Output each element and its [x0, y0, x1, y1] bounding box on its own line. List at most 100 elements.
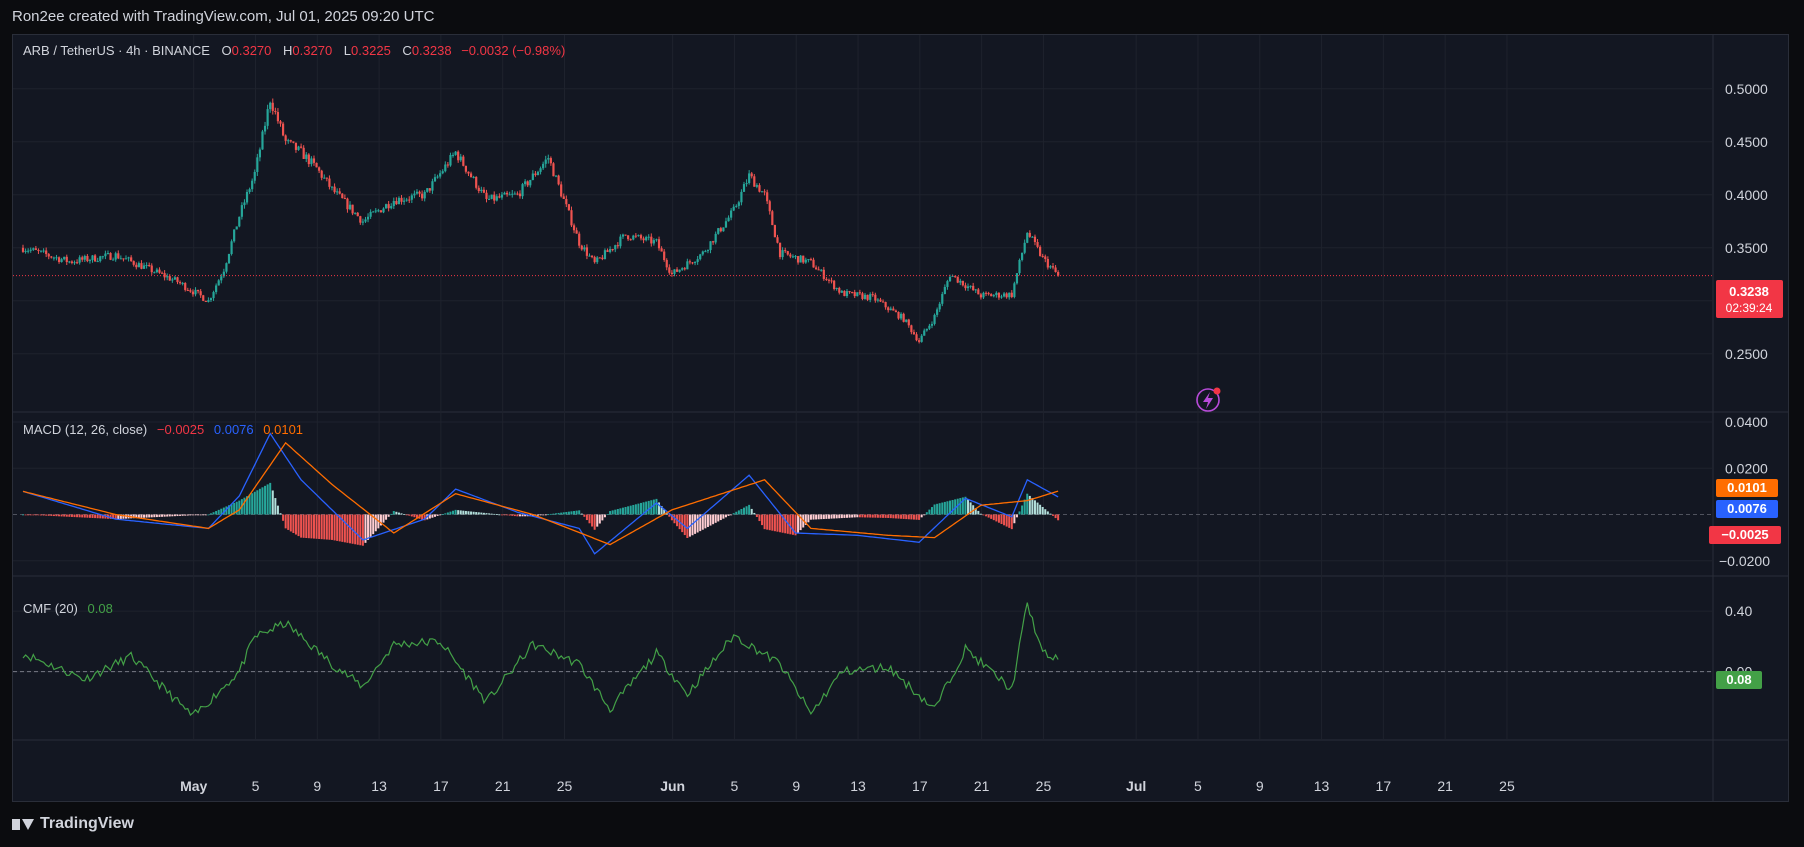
- macd-histogram-bar: [567, 511, 570, 515]
- macd-histogram-bar: [858, 514, 861, 518]
- lightning-alert-icon[interactable]: [1196, 387, 1221, 412]
- macd-histogram-bar: [382, 514, 385, 523]
- candle-body: [166, 276, 169, 278]
- macd-histogram-bar: [797, 514, 800, 533]
- candle-body: [253, 171, 256, 181]
- macd-histogram-bar: [1000, 514, 1003, 525]
- candle-body: [418, 191, 421, 194]
- macd-histogram-bar: [315, 514, 318, 539]
- candle-body: [542, 163, 545, 169]
- candle-body: [745, 183, 748, 185]
- macd-histogram-bar: [547, 514, 550, 516]
- candle-body: [621, 234, 625, 237]
- svg-text:0.0076: 0.0076: [1727, 501, 1767, 516]
- candle-body: [91, 255, 94, 261]
- macd-histogram-bar: [446, 512, 449, 515]
- candle-body: [34, 248, 37, 250]
- candle-body: [688, 261, 692, 263]
- candle-body: [802, 255, 805, 263]
- chart-frame[interactable]: May 5 9 13 17 21 25 Jun 5 9 13 17 21 25 Jul 5 9 13 17 21 25 0…: [12, 34, 1789, 802]
- candle-body: [724, 221, 728, 228]
- candle-body: [57, 257, 61, 263]
- macd-histogram-bar: [817, 514, 820, 520]
- time-tick-label: 9: [792, 778, 800, 794]
- candle-body: [959, 280, 962, 283]
- macd-histogram-bar: [696, 514, 699, 533]
- macd-signal-value: 0.0101: [263, 422, 303, 437]
- candle-body: [390, 206, 393, 209]
- macd-histogram-bar: [374, 514, 377, 532]
- candle-body: [47, 254, 50, 257]
- macd-histogram-bar: [361, 514, 364, 546]
- macd-histogram-bar: [537, 514, 539, 516]
- macd-histogram-bar: [184, 514, 187, 516]
- candle-body: [348, 204, 352, 210]
- candle-body: [516, 193, 519, 195]
- close-value: 0.3238: [412, 43, 452, 58]
- candle-body: [171, 279, 174, 281]
- candle-body: [459, 156, 462, 161]
- macd-histogram-bar: [997, 514, 1000, 523]
- macd-histogram-bar: [910, 514, 913, 520]
- price-tick-label: 0.3500: [1725, 240, 1768, 256]
- macd-histogram-bar: [251, 493, 254, 515]
- macd-histogram-bar: [936, 503, 939, 515]
- macd-histogram-bar: [462, 510, 465, 515]
- candle-body: [812, 259, 815, 268]
- macd-histogram-bar: [261, 487, 264, 515]
- candle-body: [457, 151, 460, 161]
- candle-body: [343, 198, 346, 200]
- macd-histogram-bar: [294, 514, 297, 535]
- macd-histogram-bar: [686, 514, 689, 539]
- candle-body: [86, 255, 89, 262]
- candle-body: [42, 250, 45, 252]
- candle-body: [655, 239, 658, 241]
- candle-body: [467, 171, 470, 174]
- candle-body: [781, 250, 784, 258]
- candle-body: [990, 294, 993, 297]
- symbol-label: ARB / TetherUS · 4h · BINANCE: [23, 43, 210, 58]
- macd-histogram-bar: [928, 509, 931, 515]
- macd-histogram-bar: [395, 511, 398, 515]
- chart-canvas[interactable]: May 5 9 13 17 21 25 Jun 5 9 13 17 21 25 Jul 5 9 13 17 21 25 0…: [13, 35, 1788, 801]
- candle-body: [771, 211, 774, 226]
- macd-histogram-bar: [1031, 498, 1034, 515]
- candle-body: [1002, 293, 1006, 297]
- macd-histogram-bar: [609, 511, 612, 515]
- macd-histogram-bar: [42, 514, 45, 516]
- candle-body: [148, 264, 151, 266]
- candle-body: [32, 248, 35, 250]
- macd-histogram-bar: [807, 514, 810, 523]
- candle-body: [742, 184, 746, 192]
- candle-body: [238, 216, 241, 227]
- macd-histogram-bar: [485, 513, 488, 515]
- macd-histogram-bar: [876, 514, 879, 518]
- candle-body: [879, 299, 882, 302]
- tradingview-brand[interactable]: TradingView: [12, 815, 134, 833]
- time-tick-label: 21: [495, 778, 511, 794]
- macd-histogram-bar: [629, 505, 632, 515]
- candle-body: [379, 210, 383, 213]
- svg-text:−0.0025: −0.0025: [1721, 527, 1768, 542]
- macd-histogram-bar: [155, 514, 158, 518]
- candle-body: [1026, 232, 1029, 243]
- candle-body: [155, 269, 158, 273]
- macd-histogram-bar: [52, 514, 55, 517]
- candle-body: [441, 171, 444, 174]
- candle-body: [722, 227, 725, 232]
- candle-body: [485, 192, 488, 199]
- candle-body: [60, 259, 63, 263]
- macd-histogram-bar: [634, 504, 637, 515]
- macd-histogram-bar: [833, 514, 836, 519]
- macd-histogram-bar: [562, 512, 565, 515]
- candle-body: [300, 146, 303, 148]
- macd-histogram-bar: [436, 514, 439, 516]
- macd-histogram-bar: [408, 514, 411, 516]
- time-tick-label: Jun: [660, 778, 685, 794]
- macd-histogram-bar: [583, 514, 586, 517]
- candle-body: [271, 102, 274, 111]
- candle-body: [356, 212, 359, 217]
- macd-histogram-bar: [727, 514, 730, 516]
- macd-histogram-bar: [593, 514, 596, 530]
- candle-body: [209, 298, 213, 301]
